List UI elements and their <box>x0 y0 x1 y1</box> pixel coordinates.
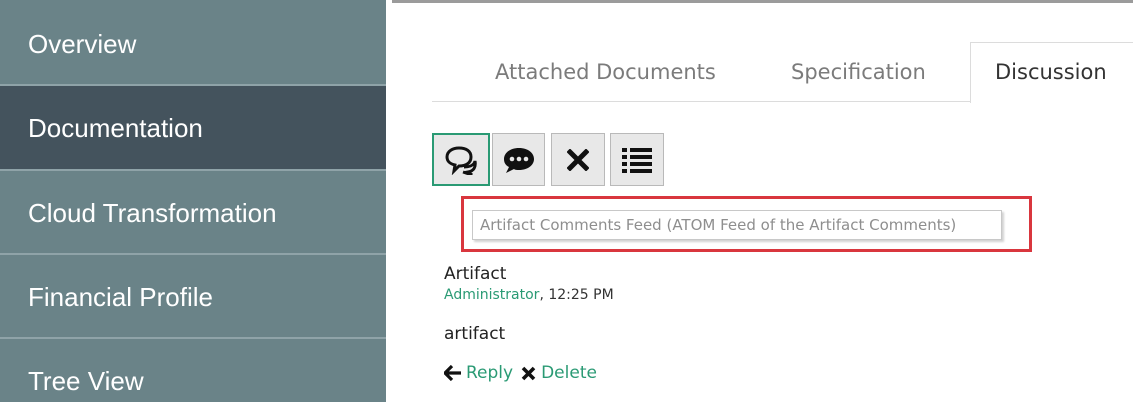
comment-body: artifact <box>444 324 506 344</box>
comments-feed-button[interactable] <box>432 133 490 186</box>
comment-title: Artifact <box>444 264 507 284</box>
close-discussion-button[interactable] <box>551 133 605 186</box>
sidebar-item-label: Tree View <box>28 366 144 396</box>
top-divider <box>392 0 1133 3</box>
comment-meta: Administrator, 12:25 PM <box>444 287 614 303</box>
sidebar-item-label: Documentation <box>28 113 203 143</box>
sidebar-item-tree-view[interactable]: Tree View <box>0 339 386 402</box>
comments-feed-icon <box>443 145 479 175</box>
sidebar-divider <box>386 0 392 402</box>
sidebar: Overview Documentation Cloud Transformat… <box>0 0 386 402</box>
sidebar-item-documentation[interactable]: Documentation <box>0 86 386 171</box>
list-icon <box>621 146 653 174</box>
list-view-button[interactable] <box>610 133 664 186</box>
arrow-left-icon[interactable] <box>444 365 462 381</box>
sidebar-item-label: Overview <box>28 29 137 59</box>
sidebar-item-label: Financial Profile <box>28 282 213 312</box>
comment-actions: Reply Delete <box>444 363 597 383</box>
app-frame: Overview Documentation Cloud Transformat… <box>0 0 1133 402</box>
comment-author-link[interactable]: Administrator <box>444 287 539 303</box>
reply-link[interactable]: Reply <box>466 363 513 383</box>
add-comment-button[interactable] <box>492 133 545 186</box>
delete-link[interactable]: Delete <box>541 363 597 383</box>
comment-time: , 12:25 PM <box>539 287 614 303</box>
sidebar-item-cloud-transformation[interactable]: Cloud Transformation <box>0 171 386 255</box>
tooltip: Artifact Comments Feed (ATOM Feed of the… <box>472 210 1002 240</box>
sidebar-item-label: Cloud Transformation <box>28 198 277 228</box>
close-icon <box>567 148 589 171</box>
comment-bubble-icon <box>502 146 536 174</box>
tab-specification[interactable]: Specification <box>791 60 926 84</box>
delete-x-icon[interactable] <box>521 366 536 381</box>
sidebar-item-financial-profile[interactable]: Financial Profile <box>0 255 386 339</box>
tab-discussion[interactable]: Discussion <box>995 60 1107 84</box>
sidebar-item-overview[interactable]: Overview <box>0 0 386 86</box>
tab-attached-documents[interactable]: Attached Documents <box>495 60 716 84</box>
